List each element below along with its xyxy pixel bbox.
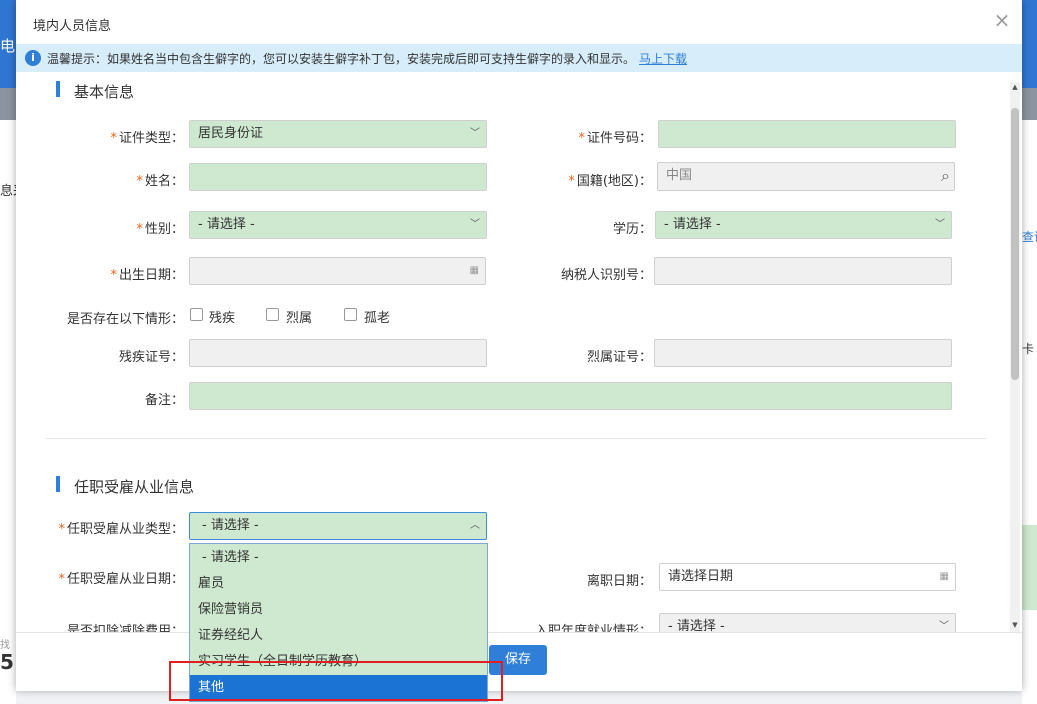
name-input[interactable] [189, 163, 487, 191]
nationality-label: * 国籍(地区)： [568, 174, 652, 189]
section-title-employment: 任职受雇从业信息 [74, 478, 195, 496]
name-label: * 姓名： [136, 174, 184, 189]
person-info-modal: 境内人员信息 × i 温馨提示：如果姓名当中包含生僻字的，您可以安装生僻字补丁包… [16, 0, 1022, 702]
education-label: 学历： [612, 222, 652, 237]
background-text-fragment: 卡 [1022, 342, 1035, 356]
chevron-up-icon: ︿ [470, 520, 480, 531]
employment-type-label: * 任职受雇从业类型： [58, 522, 184, 537]
search-icon[interactable]: ⌕ [941, 163, 950, 189]
id-number-label: * 证件号码： [578, 131, 652, 146]
remark-label: 备注： [144, 393, 184, 408]
background-text-fragment: 查询 [1022, 230, 1037, 244]
remark-input[interactable] [189, 382, 952, 410]
tax-id-input[interactable] [654, 257, 952, 285]
section-title-basic: 基本信息 [74, 83, 135, 101]
situation-label: 是否存在以下情形： [66, 312, 184, 327]
scroll-up-icon[interactable]: ▲ [1010, 82, 1020, 92]
disability-cert-label: 残疾证号： [118, 350, 184, 365]
tax-id-label: 纳税人识别号： [560, 268, 652, 283]
info-icon: i [25, 50, 41, 66]
disabled-checkbox-label: 残疾 [209, 311, 236, 326]
section-marker [56, 476, 60, 492]
id-type-select[interactable]: 居民身份证 ﹀ [189, 120, 487, 148]
chevron-down-icon: ﹀ [470, 128, 480, 139]
elderly-checkbox-label: 孤老 [364, 311, 391, 326]
background-text-fragment: 电 [0, 37, 16, 55]
chevron-down-icon: ﹀ [470, 219, 480, 230]
notice-message: 温馨提示：如果姓名当中包含生僻字的，您可以安装生僻字补丁包，安装完成后即可支持生… [47, 52, 636, 66]
background-panel-right: 查询 卡 [1022, 120, 1037, 704]
leave-date-input[interactable]: 请选择日期 ▦ [659, 563, 956, 591]
dropdown-option[interactable]: 雇员 [190, 571, 487, 597]
background-text-fragment: 找 [0, 640, 10, 651]
background-header-left: 电 [0, 0, 16, 88]
birth-date-label: * 出生日期： [110, 268, 184, 283]
chevron-down-icon: ﹀ [935, 219, 945, 230]
scrollbar-thumb[interactable] [1011, 108, 1019, 380]
elderly-checkbox[interactable] [344, 308, 357, 321]
nationality-input[interactable]: 中国 ⌕ [657, 162, 955, 191]
modal-title: 境内人员信息 [33, 19, 112, 34]
leave-date-label: 离职日期： [586, 574, 652, 589]
gender-label: * 性别： [136, 222, 184, 237]
notice-bar: i 温馨提示：如果姓名当中包含生僻字的，您可以安装生僻字补丁包，安装完成后即可支… [16, 44, 1022, 72]
background-text-fragment: 5 [0, 650, 14, 674]
gender-select[interactable]: - 请选择 - ﹀ [189, 211, 487, 239]
calendar-icon: ▦ [939, 571, 949, 582]
modal-header: 境内人员信息 × [16, 0, 1022, 45]
employment-date-label: * 任职受雇从业日期： [58, 572, 184, 587]
dropdown-option[interactable]: 保险营销员 [190, 597, 487, 623]
birth-date-input[interactable]: ▦ [189, 257, 486, 285]
background-panel-left: 息采 找 5 [0, 120, 26, 704]
disabled-checkbox[interactable] [190, 308, 203, 321]
scroll-down-icon[interactable]: ▼ [1010, 620, 1020, 630]
id-type-label: * 证件类型： [110, 131, 184, 146]
martyr-checkbox[interactable] [266, 308, 279, 321]
martyr-checkbox-label: 烈属 [286, 311, 313, 326]
background-bar-left [0, 88, 16, 120]
background-green-block [1022, 525, 1037, 610]
download-link[interactable]: 马上下载 [639, 52, 687, 66]
highlight-box [169, 661, 503, 701]
section-divider [46, 438, 986, 439]
calendar-icon: ▦ [469, 265, 479, 276]
employment-type-select[interactable]: - 请选择 - ︿ [189, 512, 487, 540]
id-number-input[interactable] [658, 120, 956, 148]
dropdown-option[interactable]: 证券经纪人 [190, 623, 487, 649]
close-icon[interactable]: × [992, 10, 1012, 30]
background-header-right [1022, 0, 1037, 88]
section-marker [56, 81, 60, 97]
background-bar-right [1022, 88, 1037, 120]
education-select[interactable]: - 请选择 - ﹀ [655, 211, 952, 239]
disability-cert-input[interactable] [189, 339, 487, 367]
martyr-cert-input[interactable] [654, 339, 952, 367]
martyr-cert-label: 烈属证号： [586, 350, 652, 365]
notice-text: 温馨提示：如果姓名当中包含生僻字的，您可以安装生僻字补丁包，安装完成后即可支持生… [47, 50, 687, 67]
dropdown-option[interactable]: - 请选择 - [190, 545, 487, 571]
